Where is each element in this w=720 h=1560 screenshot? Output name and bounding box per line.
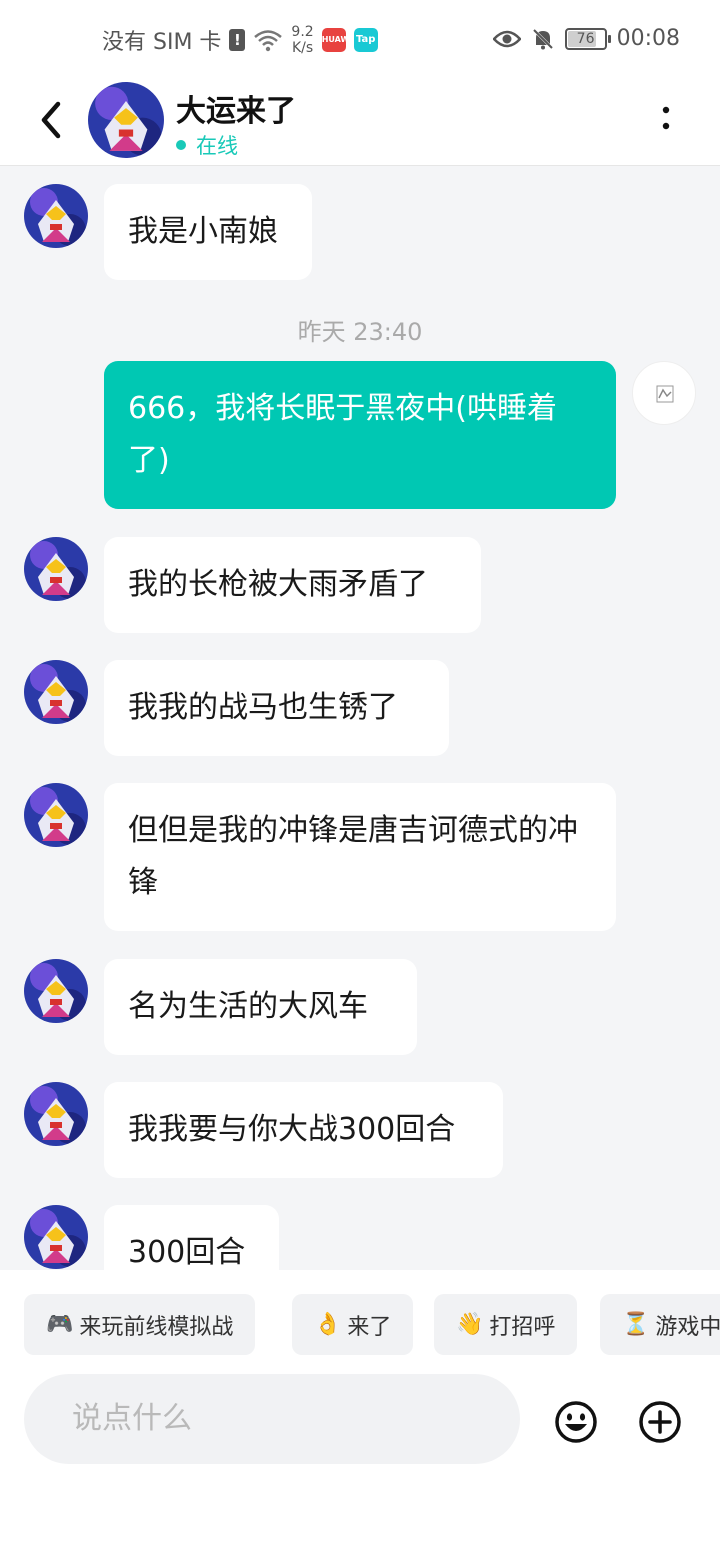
chat-header: 大运来了 在线 — [0, 82, 720, 166]
carrier-text: 没有 SIM 卡 — [102, 30, 222, 55]
sender-avatar[interactable] — [24, 537, 88, 601]
message-bubble[interactable]: 我是小南娘 — [104, 184, 312, 280]
battery-indicator: 76 — [564, 27, 611, 50]
mute-bell-icon — [532, 28, 553, 49]
sender-avatar[interactable] — [24, 660, 88, 724]
message-input[interactable]: 说点什么 — [24, 1374, 520, 1464]
message-bubble[interactable]: 我我要与你大战300回合 — [104, 1082, 503, 1178]
ok-hand-icon: 👌 — [314, 1312, 342, 1337]
sender-avatar[interactable] — [24, 783, 88, 847]
my-message-bubble[interactable]: 666，我将长眠于黑夜中(哄睡着了) — [104, 361, 616, 509]
online-dot — [176, 140, 186, 150]
back-arrow-icon[interactable] — [36, 100, 66, 140]
taptap-icon: Tap — [353, 28, 378, 52]
status-bar: 没有 SIM 卡 ! 9.2 K/s HUAWEI Tap 76 00:08 — [0, 0, 720, 82]
message-bubble[interactable]: 名为生活的大风车 — [104, 959, 417, 1055]
message-bubble[interactable]: 我的长枪被大雨矛盾了 — [104, 537, 481, 633]
quick-reply-chip[interactable]: 👌 来了 — [292, 1294, 414, 1355]
clock: 00:08 — [616, 26, 680, 51]
message-bubble[interactable]: 我我的战马也生锈了 — [104, 660, 449, 756]
more-options-icon[interactable] — [656, 104, 676, 132]
net-speed-value: 9.2 — [291, 24, 314, 40]
my-avatar[interactable] — [632, 361, 696, 425]
quick-reply-label: 来了 — [347, 1314, 392, 1340]
message-bubble[interactable]: 但但是我的冲锋是唐吉诃德式的冲锋 — [104, 783, 616, 931]
eye-icon — [492, 30, 521, 47]
status-right: 76 00:08 — [492, 26, 680, 51]
quick-reply-chip[interactable]: 🎮 来玩前线模拟战 — [24, 1294, 256, 1355]
wifi-icon — [254, 30, 283, 52]
status-left: 没有 SIM 卡 ! 9.2 K/s HUAWEI Tap — [102, 24, 378, 56]
net-speed: 9.2 K/s — [291, 24, 313, 56]
sender-avatar[interactable] — [24, 1082, 88, 1146]
add-icon[interactable] — [638, 1400, 682, 1444]
quick-reply-label: 游戏中 — [655, 1314, 720, 1340]
quick-reply-bar[interactable]: 🎮 来玩前线模拟战 👌 来了 👋 打招呼 ⏳ 游戏中 — [0, 1270, 720, 1370]
net-speed-unit: K/s — [291, 40, 314, 56]
battery-level: 76 — [576, 30, 595, 47]
sender-avatar[interactable] — [24, 184, 88, 248]
waving-hand-icon: 👋 — [456, 1312, 484, 1337]
quick-reply-chip[interactable]: ⏳ 游戏中 — [600, 1294, 720, 1355]
hourglass-icon: ⏳ — [622, 1312, 650, 1337]
quick-reply-chip[interactable]: 👋 打招呼 — [434, 1294, 578, 1355]
quick-reply-label: 打招呼 — [489, 1314, 556, 1340]
huawei-store-icon: HUAWEI — [321, 28, 358, 52]
message-list[interactable]: 我是小南娘 昨天 23:40 666，我将长眠于黑夜中(哄睡着了) 我的长枪被大… — [0, 166, 720, 1270]
input-bar: 说点什么 — [0, 1370, 720, 1560]
contact-name: 大运来了 — [176, 94, 296, 129]
sender-avatar[interactable] — [24, 959, 88, 1023]
sender-avatar[interactable] — [24, 1205, 88, 1269]
sim-alert-icon: ! — [229, 29, 246, 51]
message-bubble[interactable]: 300回合 — [104, 1205, 279, 1270]
contact-avatar[interactable] — [88, 82, 164, 158]
chat-screen: 没有 SIM 卡 ! 9.2 K/s HUAWEI Tap 76 00:08 大… — [0, 0, 720, 1560]
gamepad-icon: 🎮 — [46, 1312, 74, 1337]
quick-reply-label: 来玩前线模拟战 — [79, 1314, 234, 1340]
message-timestamp: 昨天 23:40 — [297, 318, 423, 346]
online-status-text: 在线 — [196, 134, 238, 158]
online-status: 在线 — [176, 130, 238, 160]
emoji-icon[interactable] — [554, 1400, 598, 1444]
